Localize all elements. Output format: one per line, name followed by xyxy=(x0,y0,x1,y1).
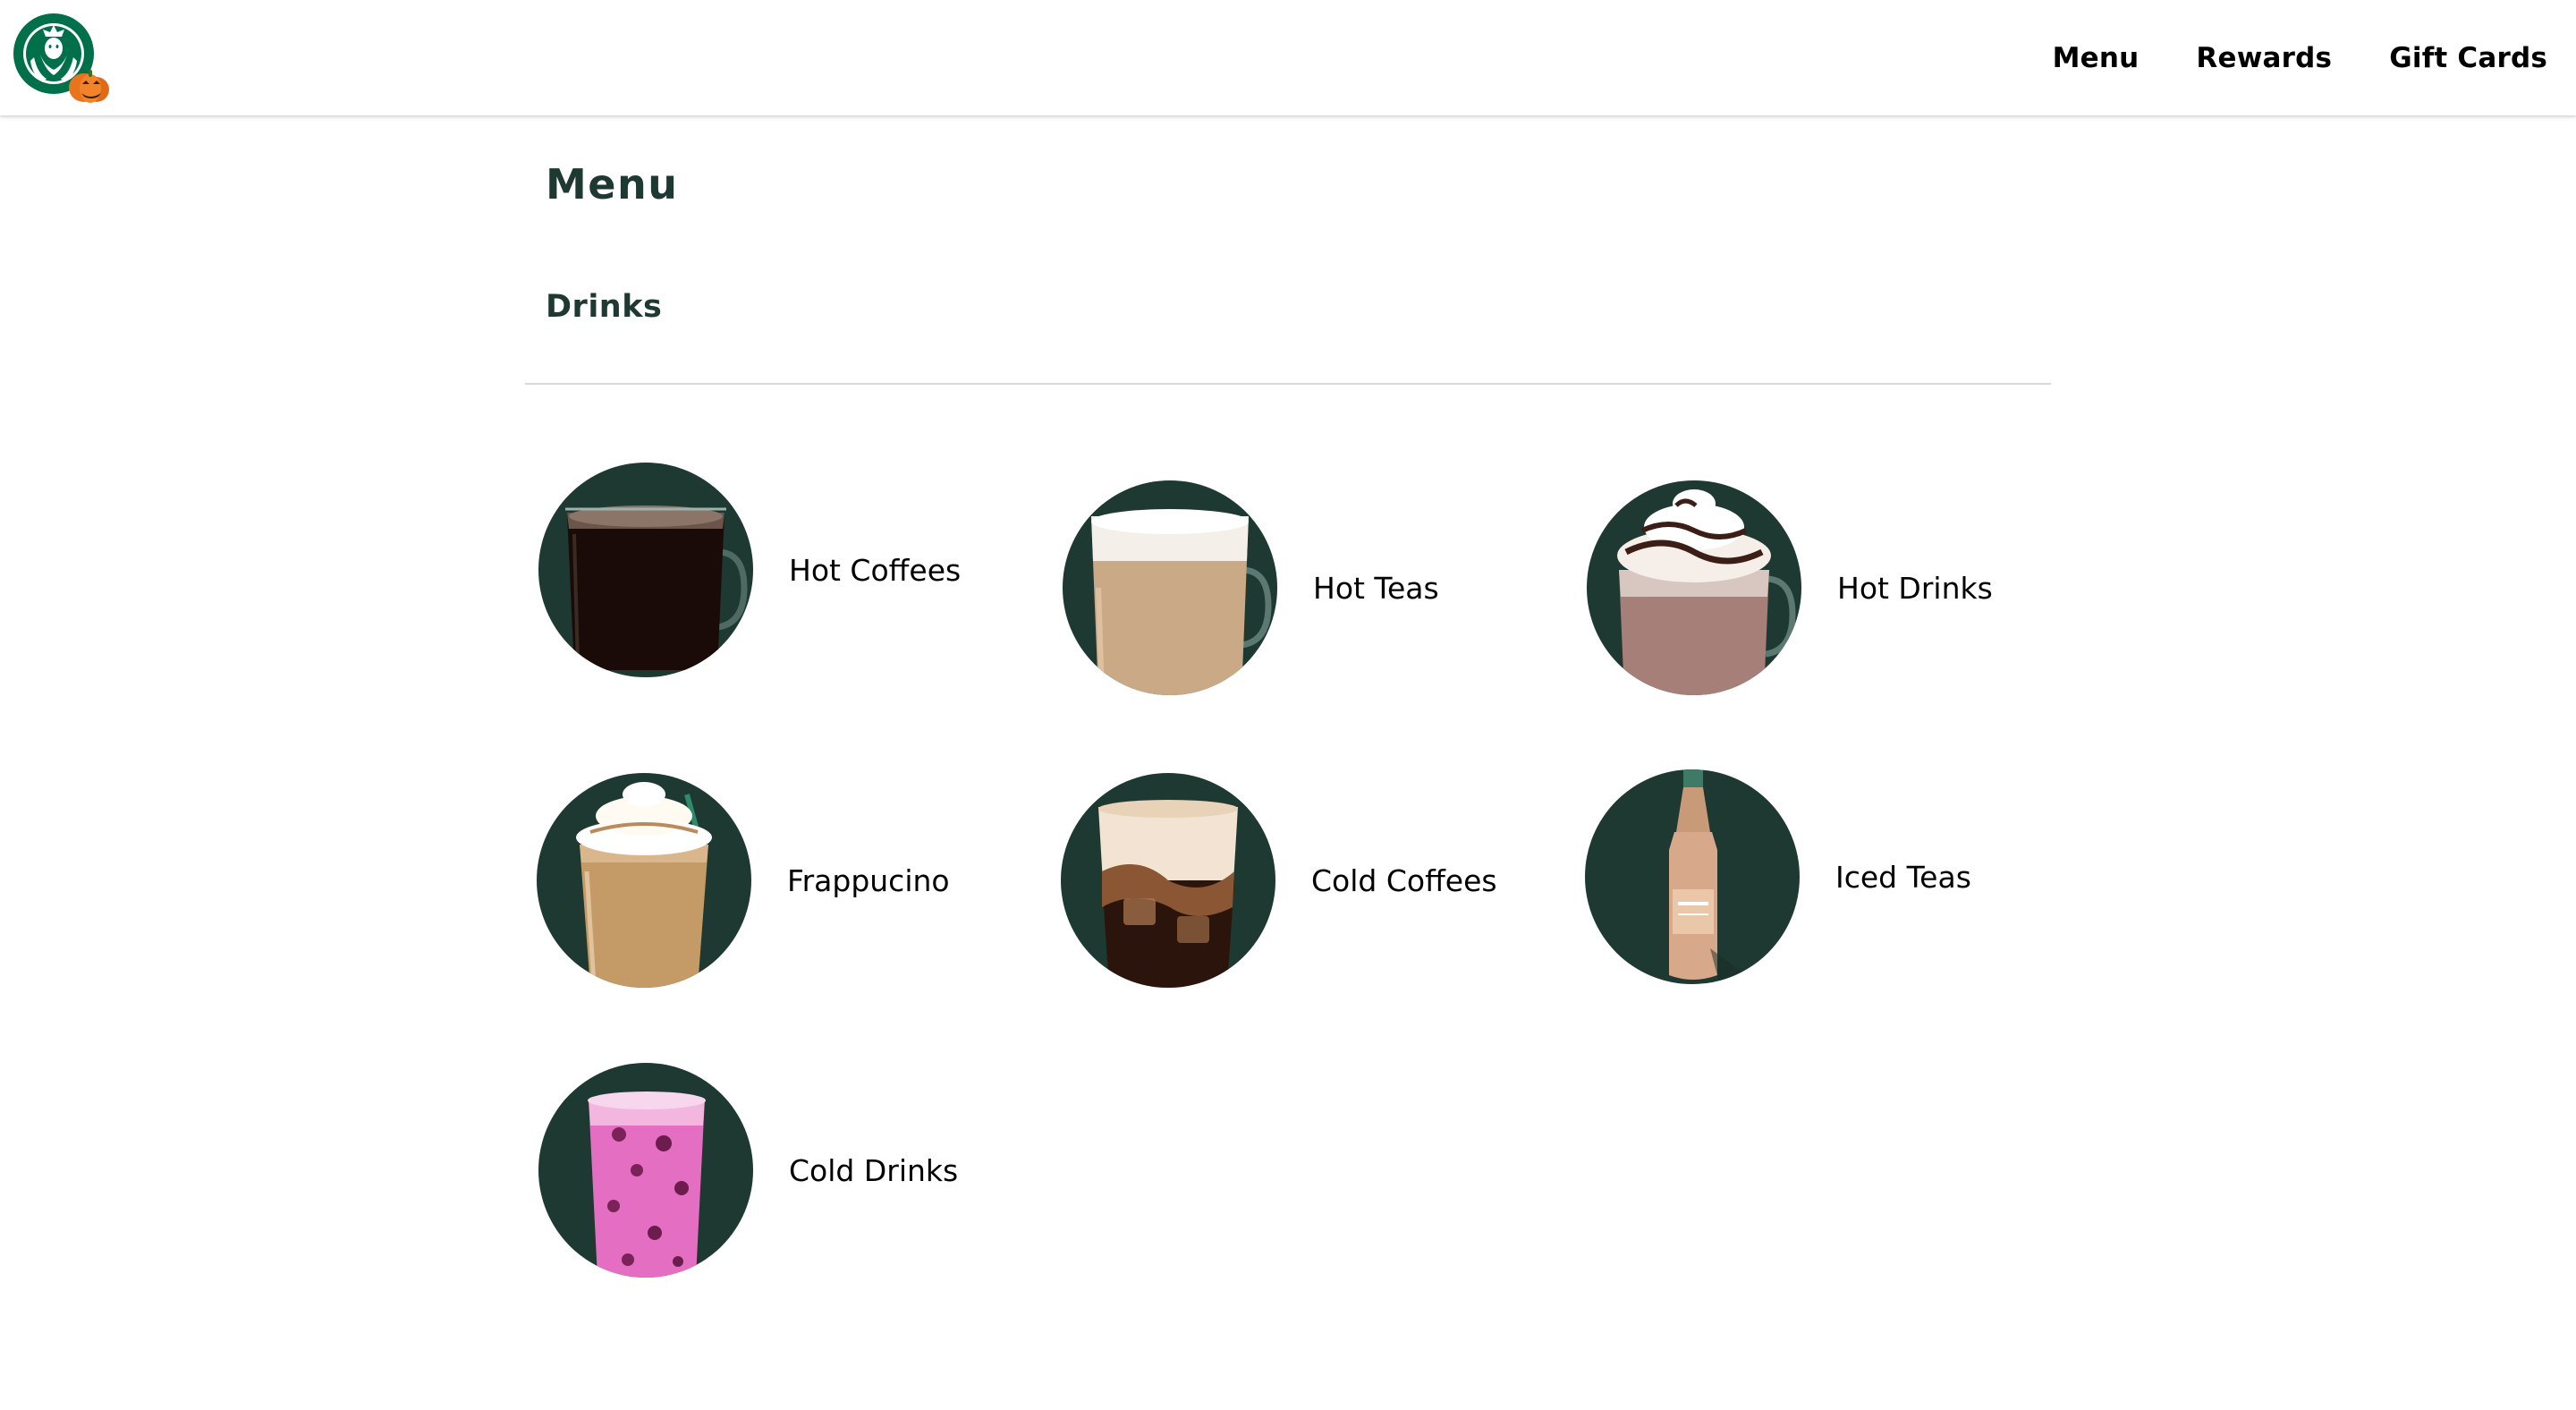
nav-rewards-link[interactable]: Rewards xyxy=(2196,42,2332,74)
category-label: Hot Coffees xyxy=(789,552,962,588)
section-divider xyxy=(525,383,2051,385)
site-header: Menu Rewards Gift Cards xyxy=(0,0,2576,115)
category-cold-coffees[interactable]: Cold Coffees xyxy=(1061,773,1497,988)
category-label: Hot Drinks xyxy=(1837,570,1993,606)
nav-gift-cards-link[interactable]: Gift Cards xyxy=(2389,42,2547,74)
starbucks-logo[interactable] xyxy=(13,13,113,106)
nav-menu-link[interactable]: Menu xyxy=(2053,42,2140,74)
main-nav: Menu Rewards Gift Cards xyxy=(2053,0,2547,115)
frappuccino-cup-icon xyxy=(537,773,751,988)
hot-tea-latte-mug-icon xyxy=(1063,480,1277,695)
iced-tea-bottle-icon xyxy=(1585,769,1800,984)
pink-cold-drink-cup-icon xyxy=(538,1063,753,1278)
iced-coffee-cup-icon xyxy=(1061,773,1275,988)
category-label: Cold Drinks xyxy=(789,1152,959,1188)
category-hot-coffees[interactable]: Hot Coffees xyxy=(538,463,961,677)
page-title: Menu xyxy=(546,160,679,208)
category-hot-drinks[interactable]: Hot Drinks xyxy=(1587,480,1993,695)
category-hot-teas[interactable]: Hot Teas xyxy=(1063,480,1439,695)
category-cold-drinks[interactable]: Cold Drinks xyxy=(538,1063,958,1278)
section-title-drinks: Drinks xyxy=(546,289,663,325)
hot-chocolate-mug-icon xyxy=(1587,480,1801,695)
category-label: Iced Teas xyxy=(1835,859,1971,895)
siren-logo-icon xyxy=(13,13,109,103)
category-label: Hot Teas xyxy=(1313,570,1439,606)
hot-coffee-mug-icon xyxy=(538,463,753,677)
category-iced-teas[interactable]: Iced Teas xyxy=(1585,769,1971,984)
category-label: Frappucino xyxy=(787,862,950,898)
category-label: Cold Coffees xyxy=(1311,862,1497,898)
category-frappucino[interactable]: Frappucino xyxy=(537,773,950,988)
